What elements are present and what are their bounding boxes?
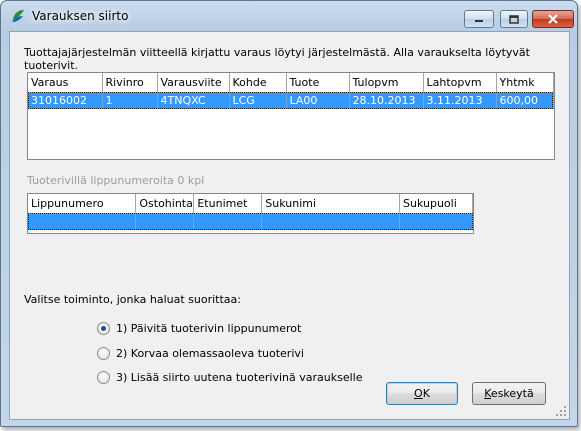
- cell-yhtmk: 600,00: [496, 92, 554, 109]
- option-add-new-row[interactable]: 3) Lisää siirto uutena tuoterivinä varau…: [97, 369, 363, 385]
- option-update-tickets[interactable]: 1) Päivitä tuoterivin lippunumerot: [97, 320, 301, 336]
- column-header-etunimet[interactable]: Etunimet: [193, 194, 263, 214]
- column-header-sukupuoli[interactable]: Sukupuoli: [399, 194, 473, 214]
- title-bar[interactable]: Varauksen siirto: [1, 1, 577, 31]
- cell-empty: [399, 213, 473, 230]
- table-row[interactable]: 31016002 1 4TNQXC LCG LA00 28.10.2013 3.…: [28, 92, 554, 109]
- cell-varausviite: 4TNQXC: [157, 92, 230, 109]
- cancel-button[interactable]: Keskeytä: [472, 382, 546, 405]
- radio-button[interactable]: [97, 370, 110, 384]
- column-header-ostohinta[interactable]: Ostohinta: [135, 194, 195, 214]
- option-replace-row[interactable]: 2) Korvaa olemassaoleva tuoterivi: [97, 345, 304, 361]
- option-label[interactable]: 1) Päivitä tuoterivin lippunumerot: [116, 322, 301, 335]
- cell-tuote: LA00: [286, 92, 350, 109]
- ticket-grid[interactable]: Lippunumero Ostohinta Etunimet Sukunimi …: [27, 193, 474, 234]
- column-header-tulopvm[interactable]: Tulopvm: [349, 73, 424, 93]
- ok-button-label: OK: [414, 387, 430, 400]
- column-header-sukunimi[interactable]: Sukunimi: [261, 194, 400, 214]
- reservation-header-row: Varaus Rivinro Varausviite Kohde Tuote T…: [28, 73, 554, 93]
- column-header-kohde[interactable]: Kohde: [229, 73, 287, 93]
- window-title: Varauksen siirto: [32, 9, 129, 23]
- info-text: Tuottajajärjestelmän viitteellä kirjattu…: [24, 46, 530, 72]
- cancel-button-label: Keskeytä: [484, 387, 534, 400]
- minimize-button[interactable]: [464, 10, 494, 28]
- dialog-window: Varauksen siirto Tuottajajärjestelmän vi…: [0, 0, 578, 427]
- close-button[interactable]: [532, 10, 574, 28]
- option-label[interactable]: 2) Korvaa olemassaoleva tuoterivi: [116, 347, 304, 360]
- app-logo-icon: [12, 10, 24, 22]
- column-header-tuote[interactable]: Tuote: [286, 73, 350, 93]
- cell-empty: [28, 213, 137, 230]
- ticket-table: Lippunumero Ostohinta Etunimet Sukunimi …: [28, 194, 473, 230]
- cell-kohde: LCG: [229, 92, 287, 109]
- cell-tulopvm: 28.10.2013: [349, 92, 424, 109]
- dialog-content: Tuottajajärjestelmän viitteellä kirjattu…: [9, 31, 570, 420]
- maximize-button[interactable]: [500, 10, 528, 28]
- close-icon: [548, 14, 558, 24]
- radio-button[interactable]: [97, 346, 110, 360]
- minimize-icon: [475, 20, 483, 22]
- cell-empty: [135, 213, 195, 230]
- cell-empty: [193, 213, 263, 230]
- cell-rivinro: 1: [102, 92, 158, 109]
- ticket-header-row: Lippunumero Ostohinta Etunimet Sukunimi …: [28, 194, 473, 214]
- radio-button-checked[interactable]: [97, 321, 110, 335]
- table-row[interactable]: [28, 213, 473, 230]
- reservation-table: Varaus Rivinro Varausviite Kohde Tuote T…: [28, 73, 554, 109]
- maximize-icon: [509, 14, 519, 24]
- column-header-lahtopvm[interactable]: Lahtopvm: [423, 73, 497, 93]
- column-header-varaus[interactable]: Varaus: [28, 73, 103, 93]
- column-header-yhtmk[interactable]: Yhtmk: [496, 73, 554, 93]
- reservation-grid[interactable]: Varaus Rivinro Varausviite Kohde Tuote T…: [27, 72, 555, 160]
- cell-lahtopvm: 3.11.2013: [423, 92, 497, 109]
- resize-grip-icon[interactable]: [555, 405, 567, 417]
- column-header-lippunumero[interactable]: Lippunumero: [28, 194, 137, 214]
- column-header-rivinro[interactable]: Rivinro: [102, 73, 158, 93]
- option-label[interactable]: 3) Lisää siirto uutena tuoterivinä varau…: [116, 371, 363, 384]
- cell-varaus: 31016002: [28, 92, 103, 109]
- ticket-section-label: Tuoterivillä lippunumeroita 0 kpl: [27, 174, 205, 187]
- column-header-varausviite[interactable]: Varausviite: [157, 73, 230, 93]
- cell-empty: [261, 213, 400, 230]
- action-prompt: Valitse toiminto, jonka haluat suorittaa…: [24, 293, 241, 306]
- ok-button[interactable]: OK: [386, 382, 458, 405]
